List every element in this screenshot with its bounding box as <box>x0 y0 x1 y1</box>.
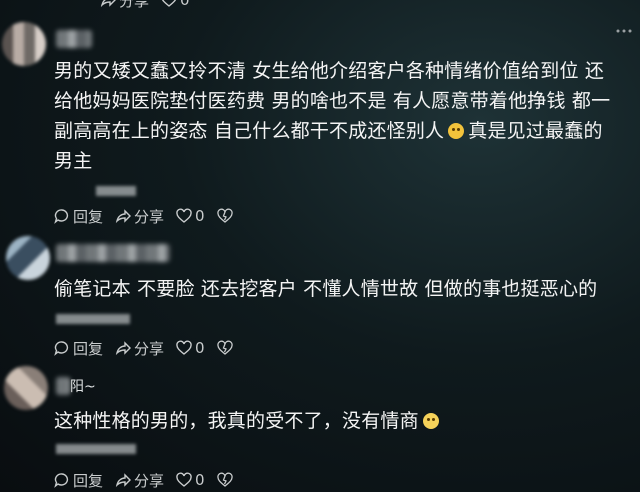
reply-button[interactable]: 回复 <box>54 206 103 227</box>
reply-button[interactable]: 回复 <box>54 470 103 491</box>
username-partial[interactable]: 阳~ <box>70 376 96 396</box>
share-icon <box>115 209 132 224</box>
reply-label: 回复 <box>73 471 104 490</box>
comment-text: 这种性格的男的，我真的受不了，没有情商 <box>54 406 634 436</box>
like-icon <box>161 0 177 7</box>
share-button[interactable]: 分享 <box>115 206 164 227</box>
like-count: 0 <box>180 0 190 9</box>
meta-blurred <box>56 312 130 326</box>
meta-blurred <box>96 184 136 198</box>
more-icon[interactable] <box>616 28 632 34</box>
like-button[interactable]: 0 <box>176 339 205 357</box>
share-label: 分享 <box>119 0 150 10</box>
dislike-button[interactable] <box>216 340 236 356</box>
dislike-button[interactable] <box>216 208 236 224</box>
top-actions-row: 分享 0 <box>100 0 202 10</box>
share-label: 分享 <box>134 207 165 226</box>
like-button[interactable]: 0 <box>176 471 205 489</box>
share-label: 分享 <box>134 339 165 358</box>
dislike-icon <box>216 472 233 487</box>
comment-actions: 回复 分享 0 <box>54 206 248 226</box>
dislike-button[interactable] <box>216 472 236 488</box>
comment-actions: 回复 分享 0 <box>54 470 248 490</box>
dislike-icon <box>216 340 233 355</box>
reply-icon <box>54 341 69 356</box>
username-blurred[interactable] <box>56 244 170 262</box>
username-blurred[interactable] <box>56 30 92 48</box>
comment-line: 男的又矮又蠢又拎不清 女生给他介绍客户各种情绪价值给到位 还 <box>54 60 605 82</box>
reply-icon <box>54 209 69 224</box>
comment-text: 偷笔记本 不要脸 还去挖客户 不懂人情世故 但做的事也挺恶心的 <box>54 274 634 304</box>
like-icon <box>176 340 192 355</box>
avatar[interactable] <box>2 22 46 66</box>
like-icon <box>176 472 192 487</box>
like-icon <box>176 208 192 223</box>
like-button[interactable]: 0 <box>161 0 190 9</box>
comment-line: 偷笔记本 不要脸 还去挖客户 不懂人情世故 但做的事也挺恶心的 <box>54 278 598 300</box>
share-label: 分享 <box>134 471 165 490</box>
share-button[interactable]: 分享 <box>100 0 149 11</box>
reply-label: 回复 <box>73 207 104 226</box>
meta-blurred <box>56 442 136 456</box>
share-icon <box>115 341 132 356</box>
comment-text: 男的又矮又蠢又拎不清 女生给他介绍客户各种情绪价值给到位 还 给他妈妈医院垫付医… <box>54 56 634 176</box>
like-count: 0 <box>195 207 205 225</box>
like-count: 0 <box>195 471 205 489</box>
avatar[interactable] <box>4 366 48 410</box>
reply-label: 回复 <box>73 339 104 358</box>
share-icon <box>115 473 132 488</box>
share-button[interactable]: 分享 <box>115 338 164 359</box>
share-button[interactable]: 分享 <box>115 470 164 491</box>
smile-emoji-icon <box>448 123 465 139</box>
like-button[interactable]: 0 <box>176 207 205 225</box>
comment-line: 副高高在上的姿态 自己什么都干不成还怪别人 真是见过最蠢的 <box>54 120 603 142</box>
comment-actions: 回复 分享 0 <box>54 338 248 358</box>
reply-button[interactable]: 回复 <box>54 338 103 359</box>
dislike-icon <box>216 208 233 223</box>
comment-line: 这种性格的男的，我真的受不了，没有情商 <box>54 406 634 436</box>
like-count: 0 <box>195 339 205 357</box>
share-icon <box>100 0 116 8</box>
scared-emoji-icon <box>422 413 439 429</box>
reply-icon <box>54 473 69 488</box>
username-blurred[interactable] <box>56 377 70 395</box>
comment-line: 男主 <box>54 150 93 172</box>
comment-line: 给他妈妈医院垫付医药费 男的啥也不是 有人愿意带着他挣钱 都一 <box>54 90 611 112</box>
avatar[interactable] <box>6 236 50 280</box>
